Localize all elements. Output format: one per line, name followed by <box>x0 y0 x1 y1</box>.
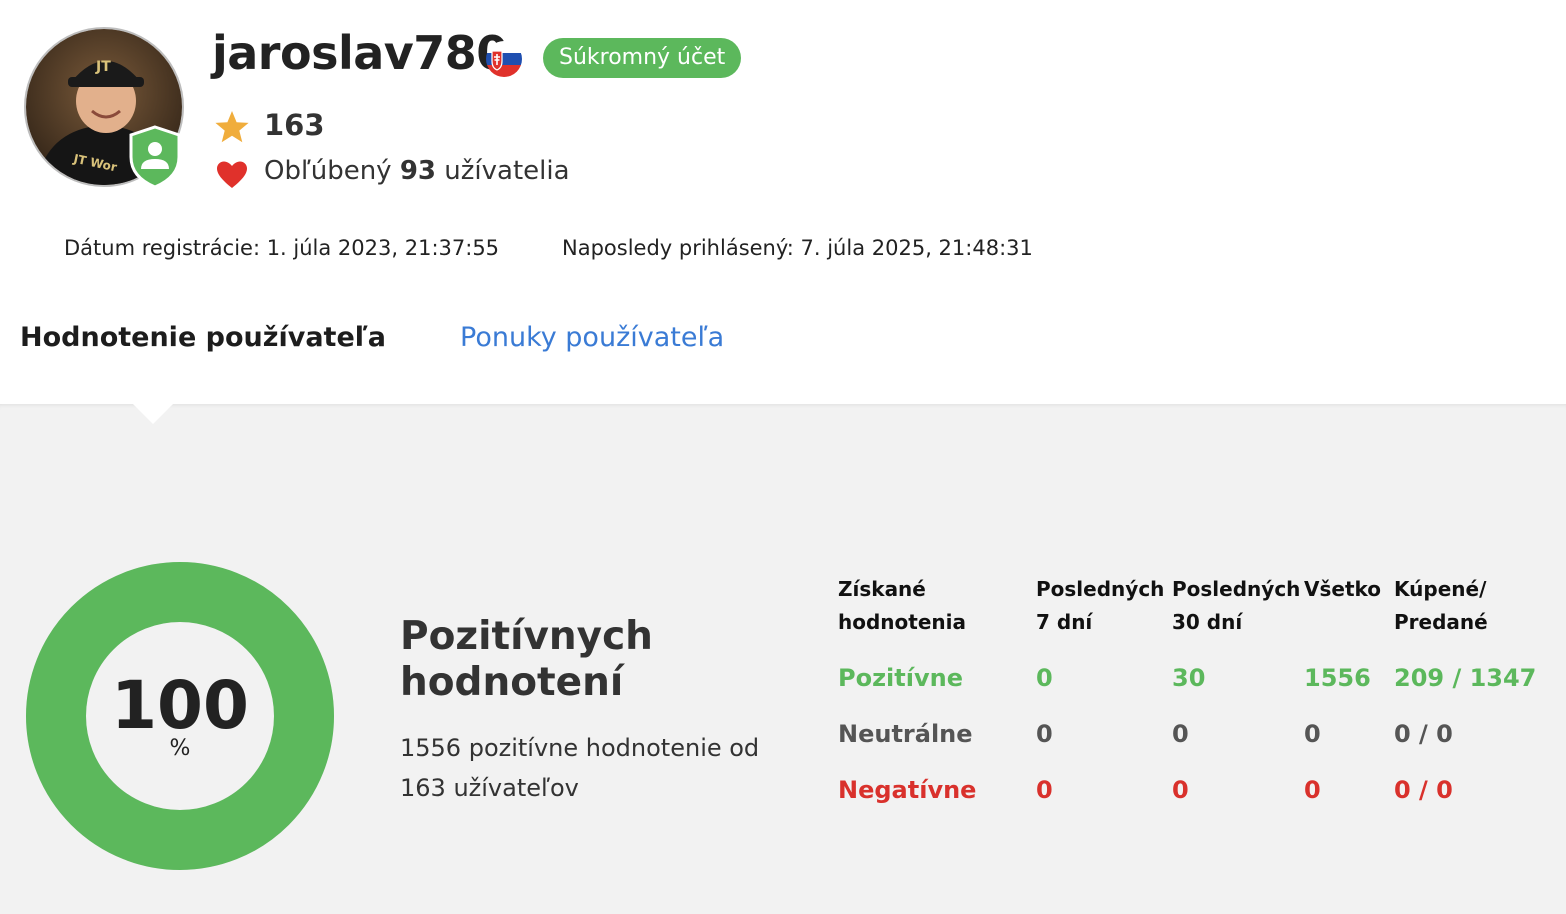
positive-ratings-description: 1556 pozitívne hodnotenie od 163 užívate… <box>400 734 760 802</box>
negative-30-days: 0 <box>1172 776 1189 804</box>
header-last-7-days: Posledných 7 dní <box>1036 577 1165 634</box>
header-all: Všetko <box>1304 577 1382 601</box>
favorite-prefix: Obľúbený <box>264 156 392 186</box>
user-avatar[interactable]: JT JT Wor <box>24 27 184 189</box>
positive-7-days: 0 <box>1036 664 1053 692</box>
row-label-neutral: Neutrálne <box>838 720 973 748</box>
rating-score: 163 <box>264 108 325 142</box>
favorite-suffix: užívatelia <box>444 156 570 186</box>
heart-icon[interactable] <box>216 160 248 190</box>
tab-user-offers[interactable]: Ponuky používateľa <box>460 322 724 353</box>
row-label-positive: Pozitívne <box>838 664 963 692</box>
neutral-30-days: 0 <box>1172 720 1189 748</box>
negative-bought-sold: 0 / 0 <box>1394 776 1453 804</box>
slovakia-flag-icon <box>486 41 522 77</box>
star-icon <box>215 111 249 143</box>
positive-bought-sold: 209 / 1347 <box>1394 664 1537 692</box>
tab-user-ratings[interactable]: Hodnotenie používateľa <box>20 322 386 353</box>
header-bought-sold: Kúpené/ Predané <box>1394 577 1488 634</box>
row-label-negative: Negatívne <box>838 776 977 804</box>
positive-all: 1556 <box>1304 664 1371 692</box>
negative-7-days: 0 <box>1036 776 1053 804</box>
verified-user-icon <box>129 125 181 189</box>
registration-date: Dátum registrácie: 1. júla 2023, 21:37:5… <box>64 236 500 260</box>
username: jaroslav780 <box>212 26 508 80</box>
positive-percent-unit: % <box>169 736 191 761</box>
negative-all: 0 <box>1304 776 1321 804</box>
account-type-badge: Súkromný účet <box>543 38 742 78</box>
neutral-bought-sold: 0 / 0 <box>1394 720 1453 748</box>
last-login-date: Naposledy prihlásený: 7. júla 2025, 21:4… <box>562 236 1033 260</box>
neutral-all: 0 <box>1304 720 1321 748</box>
neutral-7-days: 0 <box>1036 720 1053 748</box>
positive-30-days: 30 <box>1172 664 1206 692</box>
favorite-count-line: Obľúbený 93 užívatelia <box>264 156 570 186</box>
active-tab-pointer <box>132 403 174 424</box>
positive-percent-value: 100 <box>111 667 249 744</box>
header-received-ratings: Získané hodnotenia <box>838 577 966 634</box>
positive-ratings-title: Pozitívnych hodnotení <box>400 614 653 705</box>
svg-text:JT: JT <box>95 59 111 75</box>
header-last-30-days: Posledných 30 dní <box>1172 577 1301 634</box>
favorite-count: 93 <box>399 156 437 186</box>
